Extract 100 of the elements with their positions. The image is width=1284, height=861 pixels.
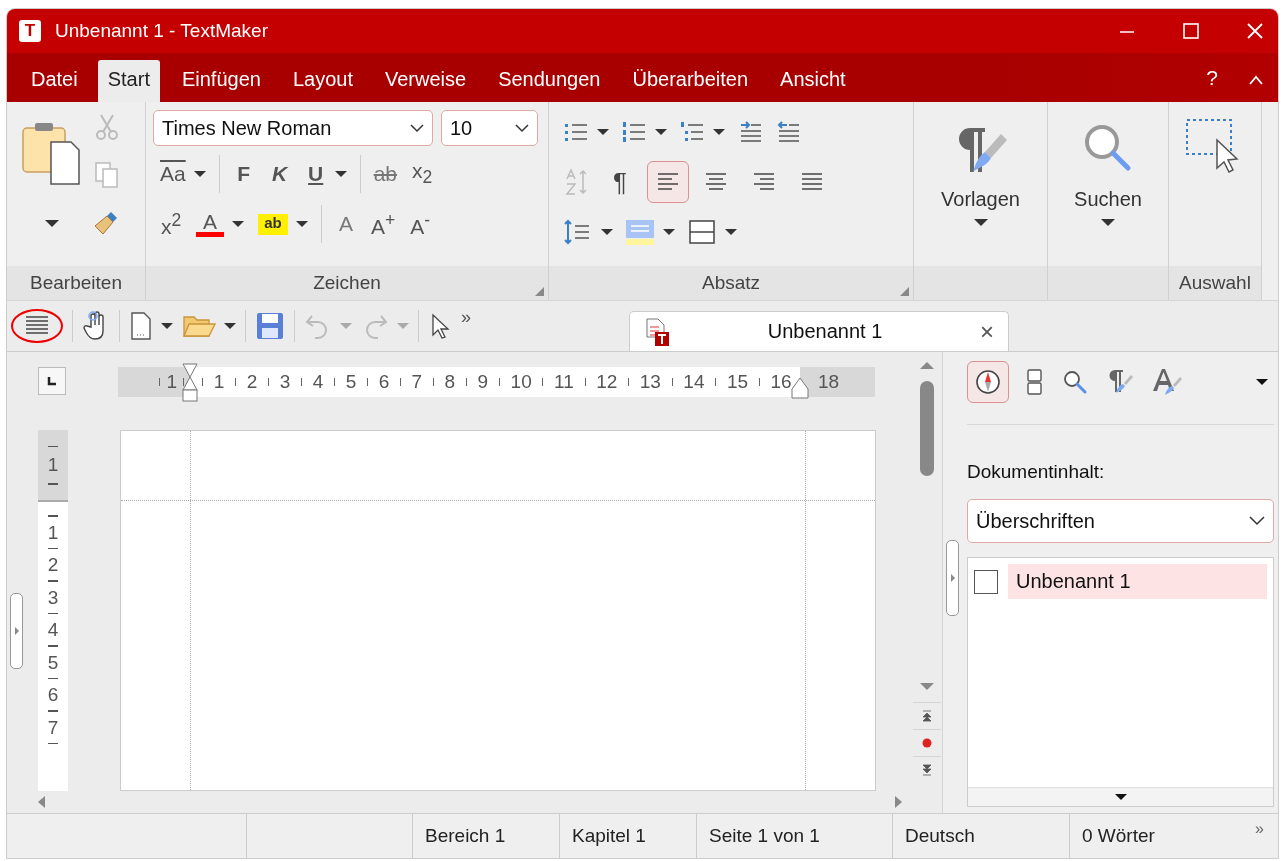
menu-tab[interactable]: Überarbeiten xyxy=(622,67,759,102)
caret-icon[interactable] xyxy=(45,220,59,227)
ruler-number: 9 xyxy=(477,371,489,393)
status-field: Bereich 1 xyxy=(413,814,560,858)
ruler-number: 18 xyxy=(818,371,840,393)
two-panes-icon[interactable] xyxy=(1025,368,1045,396)
more-button[interactable]: » xyxy=(1255,820,1264,838)
align-left-icon xyxy=(656,171,680,193)
help-button[interactable]: ? xyxy=(1190,66,1234,102)
character-style-icon[interactable] xyxy=(1151,367,1183,397)
format-button[interactable]: A xyxy=(328,205,364,243)
format-button[interactable]: x$^{2}$ xyxy=(153,205,189,243)
font-size-dropdown[interactable]: 10 xyxy=(441,110,538,146)
menu-tab[interactable]: Layout xyxy=(282,67,363,102)
view-dropdown[interactable]: Überschriften xyxy=(967,499,1274,543)
maximize-icon[interactable] xyxy=(1182,22,1200,40)
ruler-number: 15 xyxy=(726,371,749,393)
indent-less-icon xyxy=(775,120,801,144)
format-button[interactable]: Aa xyxy=(153,155,213,193)
paste-icon[interactable] xyxy=(21,120,83,188)
document-tab[interactable]: Unbenannt 1 × xyxy=(629,311,1009,351)
right-indent-marker-icon[interactable] xyxy=(791,377,809,399)
menu-tab[interactable]: Start xyxy=(97,60,160,102)
save-icon[interactable] xyxy=(255,311,285,341)
menu-tab[interactable]: Einfügen xyxy=(171,67,271,102)
format-button[interactable]: F xyxy=(225,155,262,193)
menu-tab[interactable]: Sendungen xyxy=(488,67,611,102)
border-icon xyxy=(687,218,717,246)
close-tab-button[interactable]: × xyxy=(980,317,994,346)
paragraph-button[interactable] xyxy=(563,218,613,246)
align-right-icon xyxy=(752,171,776,193)
new-document-button[interactable] xyxy=(129,311,173,341)
status-field: Kapitel 1 xyxy=(560,814,697,858)
group-label: Zeichen xyxy=(146,266,548,300)
format-button[interactable]: A xyxy=(189,205,251,243)
search-icon[interactable] xyxy=(1061,368,1089,396)
collapse-handle[interactable] xyxy=(946,539,959,616)
chevron-icon xyxy=(410,123,424,133)
format-button[interactable]: A$^{+}$ xyxy=(364,205,403,243)
caret-icon xyxy=(224,323,236,329)
ruler-number: 1 xyxy=(213,371,225,393)
ribbon-button[interactable]: Vorlagen xyxy=(941,120,1020,250)
ruler-number: 2 xyxy=(246,371,258,393)
ruler-number: 4 xyxy=(312,371,324,393)
caret-icon xyxy=(340,323,352,329)
paragraph-button[interactable] xyxy=(621,120,667,144)
ruler-number: 5 xyxy=(47,650,59,674)
status-field: 0 Wörter xyxy=(1070,814,1220,858)
collapse-handle[interactable] xyxy=(10,592,23,669)
menu-tab[interactable]: Datei xyxy=(19,67,88,102)
scroll-down-icon[interactable] xyxy=(920,683,934,690)
caret-icon xyxy=(193,171,206,177)
format-button[interactable]: ab xyxy=(366,155,405,193)
font-dropdown[interactable]: Times New Roman xyxy=(153,110,433,146)
checkbox[interactable] xyxy=(974,569,998,594)
panel-label: Dokumentinhalt: xyxy=(967,461,1106,483)
more-button[interactable]: » xyxy=(461,307,471,328)
indent-marker-icon[interactable] xyxy=(182,363,198,403)
scroll-up-icon[interactable] xyxy=(920,362,934,369)
caret-icon xyxy=(713,129,725,135)
document-icon xyxy=(644,316,670,347)
close-icon[interactable] xyxy=(1246,22,1264,40)
ruler-number: 6 xyxy=(47,683,59,706)
format-button[interactable]: ab xyxy=(251,205,315,243)
ruler-number: 1 xyxy=(47,520,59,544)
ruler-number: 2 xyxy=(47,553,59,576)
ruler-number: 16 xyxy=(770,371,792,393)
ribbon-button[interactable]: Suchen xyxy=(1074,120,1142,250)
align-button[interactable] xyxy=(647,161,689,203)
ruler-number: 4 xyxy=(47,618,59,641)
tab-stop-button[interactable] xyxy=(38,367,66,395)
format-button[interactable]: x$_{2}$ xyxy=(404,155,441,193)
paragraph-button[interactable] xyxy=(625,218,675,246)
menu-tab[interactable]: Verweise xyxy=(375,67,477,102)
double-up-icon xyxy=(922,710,932,722)
format-button[interactable]: A$^{-}$ xyxy=(402,205,439,243)
format-button[interactable]: K xyxy=(261,155,298,193)
outline-item[interactable]: Unbenannt 1 xyxy=(1008,564,1267,599)
group-label: Auswahl xyxy=(1169,266,1261,300)
scroll-thumb[interactable] xyxy=(920,381,934,476)
format-button[interactable]: U xyxy=(297,155,354,193)
caret-icon xyxy=(1114,794,1127,800)
caret-icon xyxy=(663,229,675,235)
menu-tab[interactable]: Ansicht xyxy=(770,67,856,102)
navigator-button[interactable] xyxy=(967,361,1009,403)
document-icon xyxy=(129,311,153,341)
caret-icon xyxy=(725,229,737,235)
formatting-marks-button[interactable]: ¶ xyxy=(605,166,635,198)
caret-icon[interactable] xyxy=(1256,379,1268,385)
paragraph-button[interactable] xyxy=(687,218,737,246)
compass-icon xyxy=(974,368,1002,396)
ruler-number: 1 xyxy=(47,454,59,476)
collapse-ribbon-icon[interactable] xyxy=(1248,74,1264,86)
paragraph-button[interactable] xyxy=(679,120,725,144)
caret-icon xyxy=(601,229,613,235)
chevron-icon xyxy=(515,123,529,133)
ruler-number: 1 xyxy=(166,371,177,393)
caret-icon xyxy=(161,323,173,329)
ruler-number: 3 xyxy=(279,371,291,393)
caret-icon xyxy=(1101,219,1115,226)
